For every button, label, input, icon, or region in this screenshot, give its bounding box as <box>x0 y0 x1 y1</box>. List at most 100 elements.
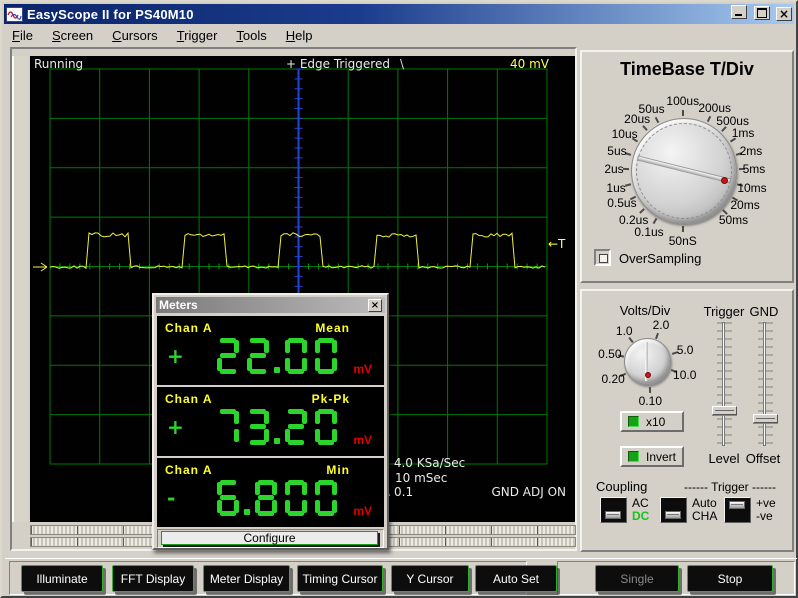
meter-sign: - <box>167 486 175 510</box>
dc-label: DC <box>632 510 649 523</box>
menu-file[interactable]: File <box>6 27 39 44</box>
vertical-position-slider[interactable] <box>12 56 28 522</box>
trigger-slider-groove <box>722 322 725 446</box>
gnd-offset-slider[interactable] <box>758 322 773 446</box>
dial-label-1.0: 1.0 <box>616 324 633 338</box>
meter-measure-label: Mean <box>315 321 350 335</box>
timebase-panel: TimeBase T/Div 100us200us500us1ms2ms5ms1… <box>580 50 794 283</box>
maximize-button[interactable] <box>754 6 770 20</box>
trigger-source-switch[interactable]: Auto CHA <box>660 497 717 523</box>
auto-set-button[interactable]: Auto Set <box>475 565 557 592</box>
meter-channel-label: Chan A <box>165 321 213 335</box>
timebase-readout: 10 mSec <box>395 471 447 485</box>
illuminate-button[interactable]: Illuminate <box>21 565 103 592</box>
dial-label-1ms: 1ms <box>732 126 755 140</box>
stop-button[interactable]: Stop <box>687 565 773 592</box>
dial-label-0.5us: 0.5us <box>607 196 636 210</box>
menu-help[interactable]: Help <box>280 27 319 44</box>
invert-button[interactable]: Invert <box>620 446 684 467</box>
close-button[interactable]: × <box>776 7 792 21</box>
x10-label: x10 <box>646 415 665 429</box>
trigger-source-switch-body[interactable] <box>660 497 687 523</box>
volts-div-knob-indicator <box>645 372 651 378</box>
trigger-status-text: + Edge Triggered <box>286 57 390 71</box>
trigger-level-marker: ←T <box>548 237 565 251</box>
minimize-button[interactable] <box>731 5 747 19</box>
single-button[interactable]: Single <box>595 565 679 592</box>
menu-cursors[interactable]: Cursors <box>106 27 164 44</box>
meters-dialog: Meters × Chan A Mean + mV Chan A Pk-Pk +… <box>152 293 389 550</box>
dial-label-10.0: 10.0 <box>673 368 696 382</box>
menu-screen[interactable]: Screen <box>46 27 99 44</box>
coupling-switch[interactable]: AC DC <box>600 497 649 523</box>
timebase-knob[interactable] <box>631 118 737 224</box>
timebase-knob-indicator <box>721 177 728 184</box>
meter-channel-label: Chan A <box>165 392 213 406</box>
dial-label-0.1us: 0.1us <box>634 225 663 239</box>
gnd-slider-label: GND <box>746 304 782 319</box>
meter-sign: + <box>167 344 184 368</box>
meters-dialog-title: Meters <box>159 298 368 312</box>
y-cursor-button[interactable]: Y Cursor <box>391 565 469 592</box>
coupling-switch-body[interactable] <box>600 497 627 523</box>
bottom-toolbar: Illuminate FFT Display Meter Display Tim… <box>5 558 797 598</box>
cha-label: CHA <box>692 510 717 523</box>
controls-panel: Volts/Div 1.02.00.505.00.2010.00.10 Trig… <box>580 289 794 552</box>
meter-sign: + <box>167 415 184 439</box>
sample-rate-readout: : 4.0 KSa/Sec <box>386 456 465 470</box>
fft-display-button[interactable]: FFT Display <box>112 565 194 592</box>
volts-per-div-readout: 40 mV <box>510 57 549 71</box>
meter-value-display <box>213 409 341 445</box>
dial-tick <box>682 226 684 232</box>
x10-button[interactable]: x10 <box>620 411 684 432</box>
meter-row-min: Chan A Min - mV <box>157 458 384 527</box>
oversampling-checkbox-mark <box>599 254 608 263</box>
acquisition-status: Running <box>34 57 83 71</box>
title-bar[interactable]: EasyScope II for PS40M10 × <box>4 4 794 24</box>
meter-unit-label: mV <box>353 433 372 447</box>
oversampling-checkbox[interactable] <box>594 249 611 266</box>
configure-well: Configure <box>157 529 384 548</box>
dial-label-0.2us: 0.2us <box>619 213 648 227</box>
menu-bar: File Screen Cursors Trigger Tools Help <box>6 26 792 44</box>
meter-unit-label: mV <box>353 362 372 376</box>
coupling-switch-lever[interactable] <box>605 511 621 519</box>
dial-tick <box>653 218 658 224</box>
trigger-source-switch-lever[interactable] <box>665 511 681 519</box>
trigger-level-slider-handle[interactable] <box>712 406 737 415</box>
meter-channel-label: Chan A <box>165 463 213 477</box>
trigger-slope-switch[interactable]: +ve -ve <box>724 497 776 523</box>
coupling-label: Coupling <box>596 479 647 494</box>
dial-label-0.50: 0.50 <box>598 347 621 361</box>
gnd-slider-groove <box>763 322 766 446</box>
trigger-slider-label: Trigger <box>698 304 750 319</box>
meter-unit-label: mV <box>353 504 372 518</box>
meters-close-button[interactable]: × <box>368 299 382 312</box>
meter-display-button[interactable]: Meter Display <box>203 565 290 592</box>
timebase-dial: 100us200us500us1ms2ms5ms10ms20ms50ms50nS… <box>582 52 792 281</box>
gnd-adj-readout: GND ADJ ON <box>448 485 566 499</box>
meter-value-display <box>213 480 341 516</box>
dial-label-50us: 50us <box>639 102 665 116</box>
gnd-offset-slider-handle[interactable] <box>753 414 778 423</box>
dial-label-100us: 100us <box>666 94 699 108</box>
timing-cursor-button[interactable]: Timing Cursor <box>297 565 383 592</box>
meter-row-pkpk: Chan A Pk-Pk + mV <box>157 387 384 456</box>
negative-slope-label: -ve <box>756 510 776 523</box>
trigger-level-slider[interactable] <box>717 322 732 446</box>
dial-label-5.0: 5.0 <box>677 343 694 357</box>
meters-dialog-titlebar[interactable]: Meters × <box>156 297 385 313</box>
dial-tick <box>682 110 684 116</box>
trigger-slope-switch-lever[interactable] <box>729 501 745 509</box>
dial-label-0.20: 0.20 <box>601 372 624 386</box>
dial-label-2us: 2us <box>604 162 623 176</box>
configure-button[interactable]: Configure <box>161 531 378 545</box>
dial-label-2.0: 2.0 <box>653 318 670 332</box>
menu-trigger[interactable]: Trigger <box>171 27 224 44</box>
trigger-slope-switch-body[interactable] <box>724 497 751 523</box>
dial-tick <box>707 116 711 122</box>
meter-value-display <box>213 338 341 374</box>
menu-tools[interactable]: Tools <box>230 27 272 44</box>
dial-label-10us: 10us <box>612 127 638 141</box>
dial-tick <box>655 116 660 122</box>
